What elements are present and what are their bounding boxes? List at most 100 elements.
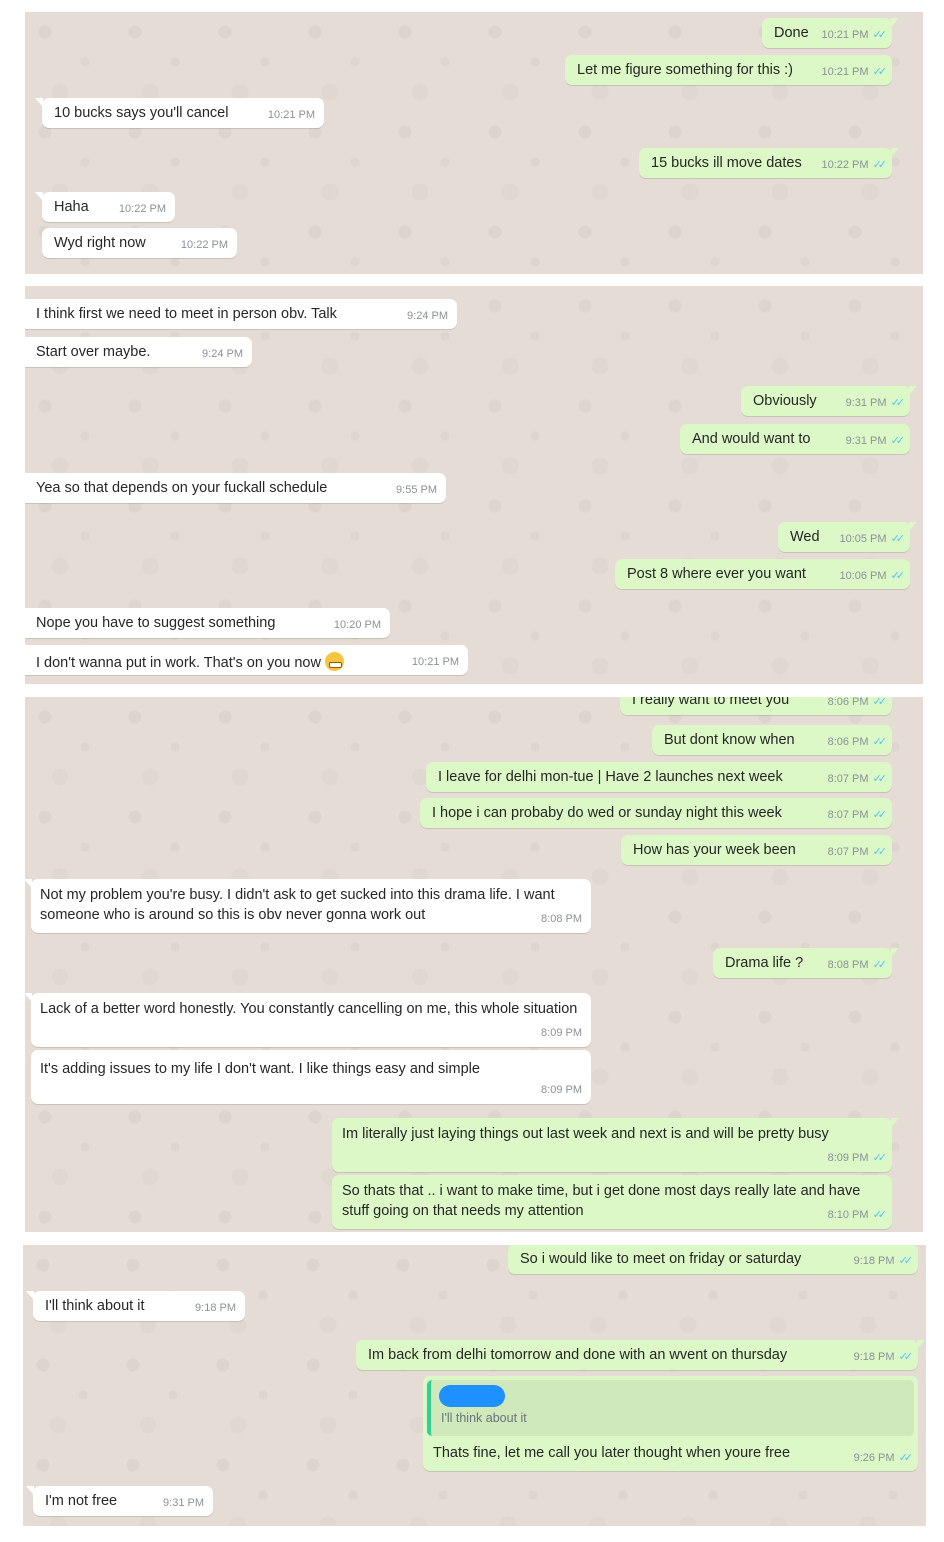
message-time: 8:10 PM [827,1209,869,1221]
double-check-icon: ✓✓ [872,159,888,171]
message-time: 9:26 PM [853,1452,895,1464]
double-check-icon: ✓✓ [890,570,906,582]
message-text: Wyd right now [54,235,146,251]
message-time: 9:18 PM [853,1255,895,1267]
message-text: Wed [790,529,820,545]
message-time: 8:07 PM [827,846,869,858]
double-check-icon: ✓✓ [872,736,888,748]
message-incoming[interactable]: Not my problem you're busy. I didn't ask… [25,879,591,933]
message-incoming[interactable]: Lack of a better word honestly. You cons… [25,993,591,1047]
message-incoming[interactable]: I think first we need to meet in person … [25,299,457,329]
redacted-sender-name [439,1385,505,1407]
message-text: It's adding issues to my life I don't wa… [40,1061,480,1077]
message-outgoing[interactable]: Drama life ? 8:08 PM ✓✓ [713,948,899,978]
message-meta: 10:21 PM ✓✓ [821,27,888,44]
message-time: 9:31 PM [845,397,887,409]
message-outgoing[interactable]: Done 10:21 PM ✓✓ [762,18,899,48]
message-incoming[interactable]: I'll think about it 9:18 PM [26,1291,245,1321]
message-meta: 8:10 PM ✓✓ [827,1205,888,1225]
double-check-icon: ✓✓ [872,1152,888,1164]
message-incoming[interactable]: Yea so that depends on your fuckall sche… [25,473,446,503]
quoted-message[interactable]: I'll think about it [427,1380,914,1436]
message-text: 15 bucks ill move dates [651,155,802,171]
chat-panel-4: So i would like to meet on friday or sat… [23,1245,926,1526]
message-time: 10:22 PM [821,159,869,171]
message-text: I really want to meet you [632,697,790,708]
double-check-icon: ✓✓ [872,959,888,971]
message-outgoing[interactable]: I really want to meet you 8:06 PM ✓✓ [620,697,892,715]
message-time: 10:21 PM [821,29,869,41]
message-incoming[interactable]: I don't wanna put in work. That's on you… [25,645,468,675]
message-meta: 9:18 PM ✓✓ [853,1253,914,1270]
message-outgoing[interactable]: Let me figure something for this :) 10:2… [565,55,892,85]
message-outgoing-reply[interactable]: I'll think about it Thats fine, let me c… [423,1376,918,1471]
message-time: 8:07 PM [827,809,869,821]
message-outgoing[interactable]: Post 8 where ever you want 10:06 PM ✓✓ [615,559,910,589]
message-outgoing[interactable]: How has your week been 8:07 PM ✓✓ [621,835,892,865]
message-time: 10:22 PM [180,239,228,251]
double-check-icon: ✓✓ [872,29,888,41]
message-text: How has your week been [633,842,796,858]
message-text: I'm not free [45,1493,118,1509]
message-incoming[interactable]: It's adding issues to my life I don't wa… [31,1050,591,1104]
message-time: 9:24 PM [202,348,243,360]
message-meta: 8:08 PM ✓✓ [827,957,888,974]
message-text: Obviously [753,393,817,409]
message-outgoing[interactable]: But dont know when 8:06 PM ✓✓ [652,725,892,755]
message-time: 10:06 PM [839,570,887,582]
message-incoming[interactable]: Start over maybe. 9:24 PM [25,337,252,367]
message-outgoing[interactable]: Im literally just laying things out last… [332,1118,899,1172]
message-incoming[interactable]: Nope you have to suggest something 10:20… [25,608,390,638]
message-meta: 10:21 PM ✓✓ [821,64,887,81]
message-outgoing[interactable]: 15 bucks ill move dates 10:22 PM ✓✓ [639,148,899,178]
message-text: And would want to [692,431,811,447]
message-meta: 8:09 PM ✓✓ [827,1148,888,1168]
double-check-icon: ✓✓ [872,1209,888,1221]
message-meta: 8:07 PM ✓✓ [828,771,888,788]
message-text: Not my problem you're busy. I didn't ask… [40,887,555,923]
message-text: Yea so that depends on your fuckall sche… [36,480,328,496]
message-meta: 8:07 PM ✓✓ [827,807,888,824]
message-text: I leave for delhi mon-tue | Have 2 launc… [438,769,783,785]
message-time: 8:08 PM [827,959,869,971]
grimacing-face-icon [324,652,344,671]
message-outgoing[interactable]: I hope i can probaby do wed or sunday ni… [420,798,892,828]
message-time: 9:31 PM [845,435,887,447]
double-check-icon: ✓✓ [872,846,888,858]
message-text: Nope you have to suggest something [36,615,276,631]
message-text: I think first we need to meet in person … [36,306,337,322]
message-outgoing[interactable]: Obviously 9:31 PM ✓✓ [741,386,917,416]
double-check-icon: ✓✓ [872,697,888,708]
double-check-icon: ✓✓ [890,435,906,447]
message-outgoing[interactable]: I leave for delhi mon-tue | Have 2 launc… [426,762,892,792]
message-outgoing[interactable]: And would want to 9:31 PM ✓✓ [680,424,910,454]
message-time: 10:21 PM [821,66,869,78]
message-time: 10:05 PM [839,533,887,545]
message-meta: 10:22 PM ✓✓ [821,157,888,174]
chat-panel-3: I really want to meet you 8:06 PM ✓✓ But … [25,697,923,1232]
message-text: Im back from delhi tomorrow and done wit… [368,1347,788,1363]
message-meta: 8:06 PM ✓✓ [828,734,888,751]
message-meta: 10:05 PM ✓✓ [839,531,905,548]
message-text: I hope i can probaby do wed or sunday ni… [432,805,782,821]
message-time: 9:18 PM [853,1351,895,1363]
message-meta: 9:18 PM ✓✓ [853,1349,914,1366]
message-meta: 8:06 PM ✓✓ [827,697,888,711]
message-text: Done [774,25,809,41]
message-time: 9:31 PM [163,1497,204,1509]
message-incoming[interactable]: Wyd right now 10:22 PM [42,228,237,258]
double-check-icon: ✓✓ [890,397,906,409]
message-incoming[interactable]: I'm not free 9:31 PM [26,1486,213,1516]
message-meta: 10:06 PM ✓✓ [839,568,906,585]
message-outgoing[interactable]: Wed 10:05 PM ✓✓ [778,522,917,552]
message-outgoing[interactable]: So i would like to meet on friday or sat… [508,1245,918,1274]
message-incoming[interactable]: 10 bucks says you'll cancel 10:21 PM [35,98,324,128]
message-outgoing[interactable]: So thats that .. i want to make time, bu… [332,1175,892,1229]
message-time: 8:09 PM [827,1152,869,1164]
message-time: 8:06 PM [827,697,869,708]
message-outgoing[interactable]: Im back from delhi tomorrow and done wit… [356,1340,925,1370]
message-time: 9:55 PM [396,484,437,496]
message-meta: 8:07 PM ✓✓ [827,844,888,861]
message-text: But dont know when [664,732,795,748]
message-incoming[interactable]: Haha 10:22 PM [35,192,175,222]
